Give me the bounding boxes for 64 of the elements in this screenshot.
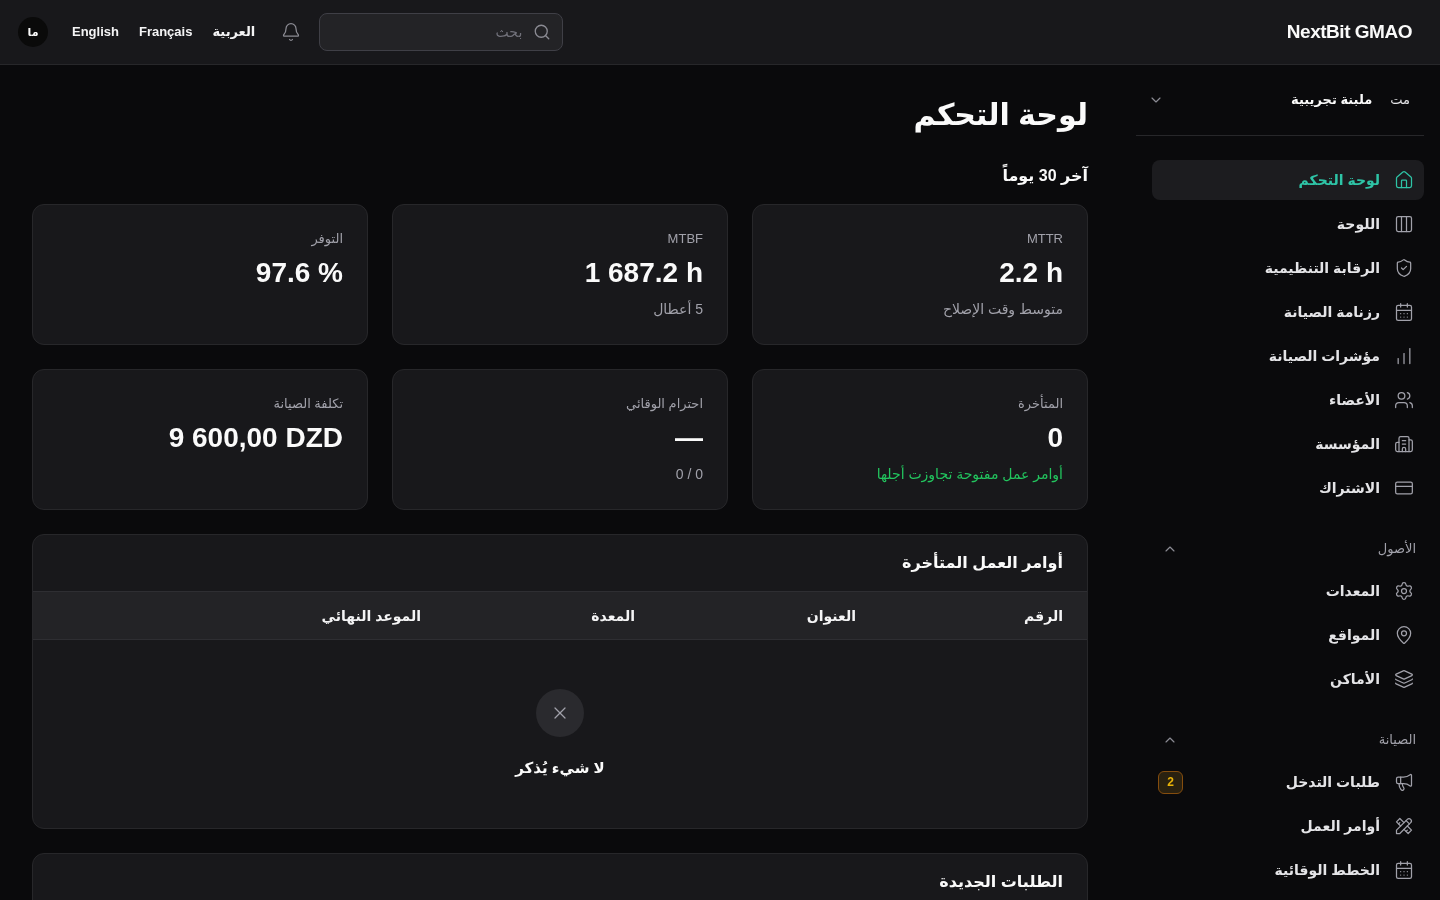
kpi-value: 1 687.2 h: [584, 256, 703, 290]
sidebar-item[interactable]: المعدات: [1152, 571, 1424, 611]
kpi-label: MTBF: [667, 230, 703, 248]
kpi-label: MTTR: [1026, 230, 1063, 248]
house-icon: [1394, 170, 1414, 190]
columns-icon: [1394, 214, 1414, 234]
sidebar-item[interactable]: الرقابة التنظيمية: [1152, 248, 1424, 288]
sidebar-item[interactable]: الأماكن: [1152, 659, 1424, 699]
column-header: الرقم: [1024, 606, 1063, 626]
language-link[interactable]: Français: [138, 22, 193, 42]
sidebar-item[interactable]: رزنامة الصيانة: [1152, 292, 1424, 332]
kpi-value: 9 600,00 DZD: [168, 421, 343, 455]
sidebar-item[interactable]: المواقع: [1152, 615, 1424, 655]
building-icon: [1394, 434, 1414, 454]
count-badge: 2: [1158, 770, 1183, 794]
sidebar-item[interactable]: مؤشرات الصيانة: [1152, 336, 1424, 376]
sidebar-item[interactable]: أوامر العمل: [1152, 806, 1424, 846]
sidebar-item[interactable]: اللوحة: [1152, 204, 1424, 244]
tools-icon: [1394, 816, 1414, 836]
kpi-note: 5 أعطال: [653, 299, 703, 319]
kpi-value: 2.2 h: [999, 256, 1063, 290]
gear-icon: [1394, 581, 1414, 601]
users-icon: [1394, 390, 1414, 410]
empty-message: لا شيء يُذكر: [515, 758, 605, 779]
sidebar-item[interactable]: الخطط الوقائية: [1152, 850, 1424, 890]
column-header: العنوان: [806, 606, 856, 626]
period-label: آخر 30 يوماً: [1002, 164, 1088, 188]
section-title: الأصول: [1377, 539, 1416, 559]
kpi-note: أوامر عمل مفتوحة تجاوزت أجلها: [876, 464, 1063, 484]
kpi-label: التوفر: [311, 230, 343, 249]
sidebar-item[interactable]: الأعضاء: [1152, 380, 1424, 420]
kpi-value: 0: [1047, 421, 1063, 455]
kpi-note: 0 / 0: [675, 465, 703, 484]
user-avatar[interactable]: ما: [18, 17, 48, 47]
map-pin-icon: [1394, 625, 1414, 645]
bell-icon[interactable]: [281, 22, 302, 42]
page-title: لوحة التحكم: [913, 97, 1088, 133]
kpi-label: احترام الوقائي: [626, 395, 703, 414]
section-title: الصيانة: [1378, 731, 1416, 750]
kpi-value: 97.6 %: [255, 256, 343, 290]
kpi-note: متوسط وقت الإصلاح: [942, 300, 1063, 319]
search-field[interactable]: بحث: [319, 13, 564, 51]
language-link[interactable]: العربية: [212, 22, 256, 42]
kpi-value: —: [675, 421, 703, 455]
layers-icon: [1394, 669, 1414, 689]
panel-title: أوامر العمل المتأخرة: [902, 551, 1063, 574]
empty-state-icon: [536, 689, 584, 737]
organization-name: ملبنة تجريبية: [1291, 91, 1373, 110]
language-link[interactable]: English: [72, 22, 119, 42]
brand-name[interactable]: NextBit GMAO: [1286, 17, 1412, 47]
search-icon: [533, 23, 552, 41]
column-header: الموعد النهائي: [321, 606, 421, 626]
kpi-label: تكلفة الصيانة: [273, 395, 343, 413]
sidebar-item[interactable]: المؤسسة: [1152, 424, 1424, 464]
column-header: المعدة: [591, 606, 635, 626]
organization-initials: مت: [1390, 91, 1410, 110]
shield-check-icon: [1394, 258, 1414, 278]
calendar-icon: [1394, 860, 1414, 880]
kpi-label: المتأخرة: [1018, 394, 1063, 414]
panel-title: الطلبات الجديدة: [939, 872, 1063, 893]
calendar-icon: [1394, 302, 1414, 322]
sidebar-item[interactable]: الاشتراك: [1152, 468, 1424, 508]
megaphone-icon: [1394, 772, 1414, 792]
sidebar-item[interactable]: لوحة التحكم: [1152, 160, 1424, 200]
